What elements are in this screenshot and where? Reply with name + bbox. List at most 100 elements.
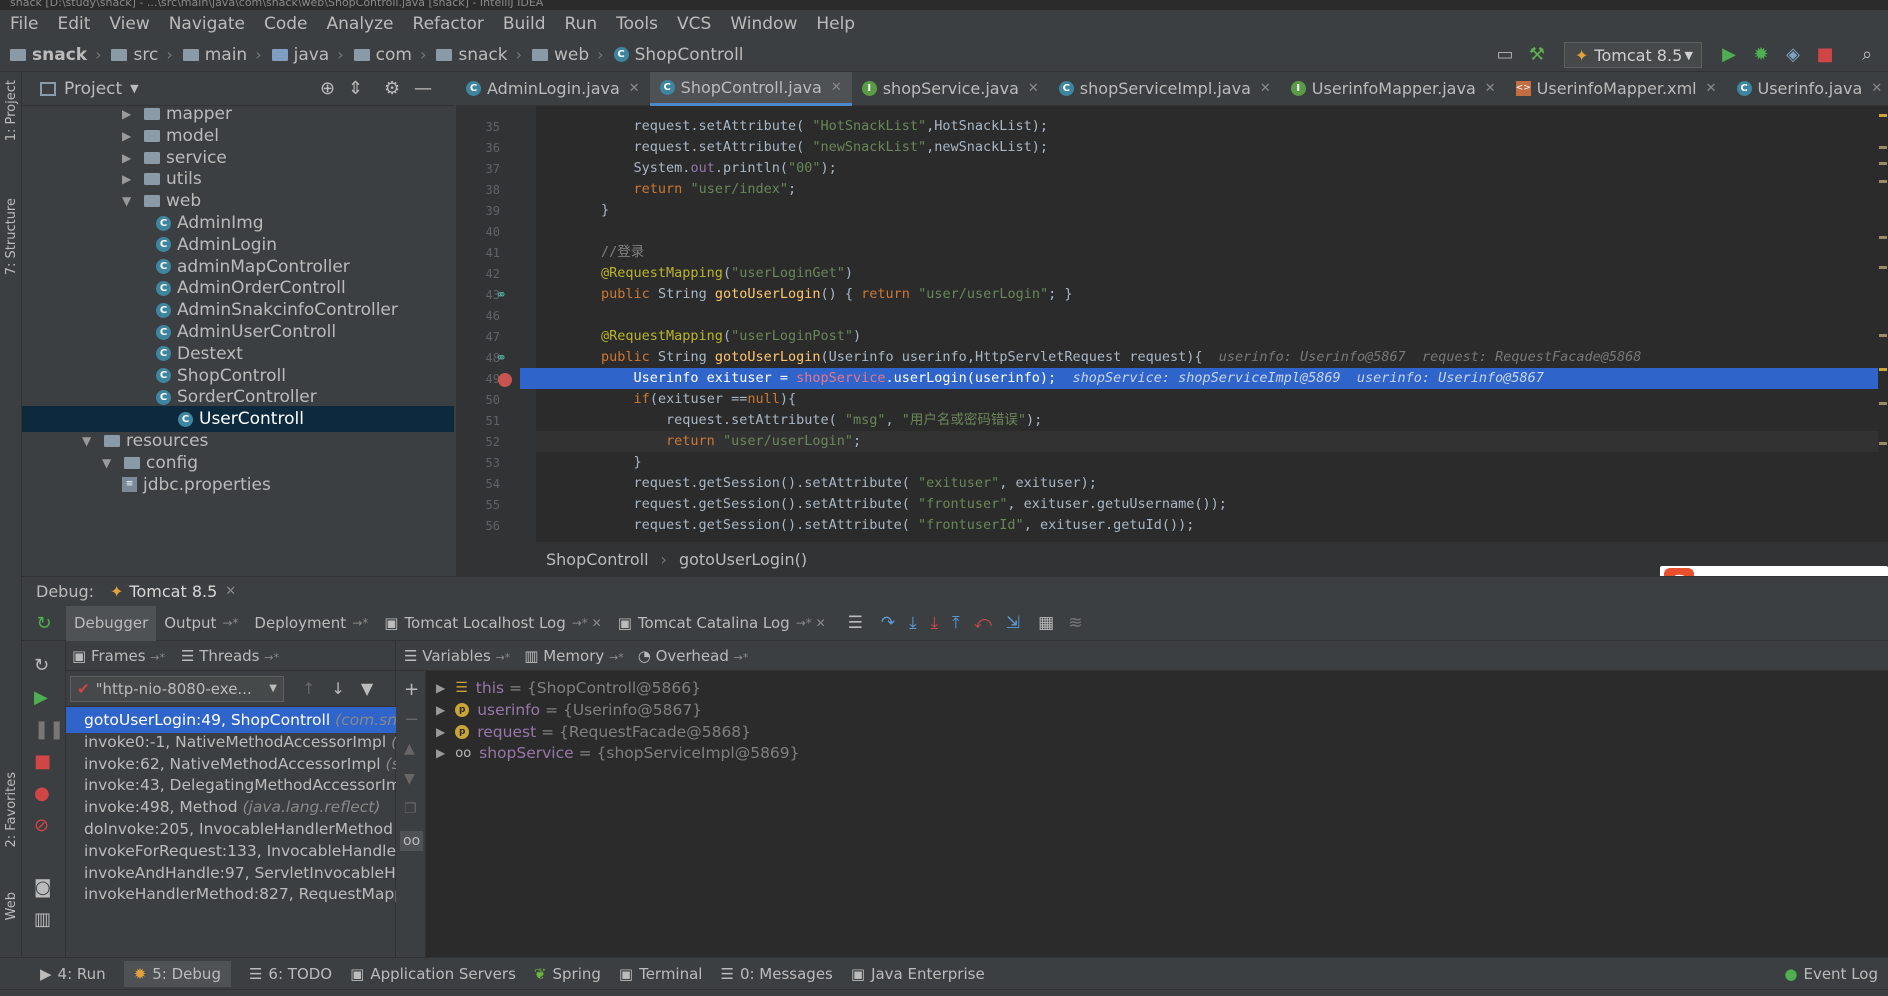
breadcrumb-java[interactable]: java › [271, 45, 344, 65]
editor-tab-shopserviceimpl-java[interactable]: CshopServiceImpl.java ✕ [1049, 72, 1281, 106]
pause-icon[interactable]: ❚❚ [34, 719, 64, 740]
editor-tab-userinfomapper-xml[interactable]: <> UserinfoMapper.xml ✕ [1506, 72, 1727, 106]
close-icon[interactable]: ✕ [1485, 81, 1496, 96]
tool-java-enterprise[interactable]: ▣ Java Enterprise [851, 965, 985, 983]
tool-window-structure[interactable]: 7: Structure [4, 198, 19, 275]
close-icon[interactable]: ✕ [629, 81, 640, 96]
editor-tab-shopservice-java[interactable]: IshopService.java ✕ [852, 72, 1049, 106]
close-icon[interactable]: ✕ [1260, 81, 1271, 96]
crumb-class[interactable]: ShopControll [546, 550, 649, 569]
tool-event-log[interactable]: ● Event Log [1784, 965, 1878, 983]
tree-node-jdbc-properties[interactable]: ≡ jdbc.properties [122, 472, 271, 498]
camera-icon[interactable]: ◙ [34, 877, 51, 898]
search-icon[interactable]: ⌕ [1856, 44, 1878, 66]
stripe-marker[interactable] [1879, 146, 1887, 149]
locate-target-icon[interactable]: ⊕ [320, 78, 335, 99]
trace-stream-icon[interactable]: ≋ [1068, 613, 1082, 633]
close-icon[interactable]: ✕ [831, 80, 842, 95]
rerun-icon[interactable]: ↻ [22, 613, 66, 634]
editor-error-stripe[interactable] [1878, 106, 1888, 542]
down-arrow-icon[interactable]: ↓ [331, 679, 344, 698]
coverage-icon[interactable]: ◈ [1782, 44, 1804, 66]
stripe-marker[interactable] [1879, 236, 1887, 239]
filter-icon[interactable]: ▼ [361, 679, 373, 698]
expand-right-icon[interactable]: ▶ [436, 746, 445, 760]
tab-deployment[interactable]: Deployment →* [246, 606, 376, 641]
run-icon[interactable]: ▶ [1718, 44, 1740, 66]
stop-icon[interactable]: ■ [34, 751, 51, 772]
force-step-into-icon[interactable]: ⤓ [931, 613, 939, 633]
tool-window-web[interactable]: Web [4, 892, 19, 920]
tool-debug[interactable]: ✹ 5: Debug [123, 960, 231, 987]
expand-right-icon[interactable]: ▶ [436, 681, 445, 695]
spring-mapping-icon[interactable]: ⚭ [496, 351, 507, 366]
breadcrumb-main[interactable]: main › [182, 45, 262, 65]
tool-window-favorites[interactable]: 2: Favorites [4, 772, 19, 848]
step-out-icon[interactable]: ⤒ [952, 613, 960, 633]
step-over-icon[interactable]: ↷ [881, 613, 895, 633]
tab-overhead[interactable]: ◔ Overhead →* [638, 647, 749, 665]
run-configuration-select[interactable]: ✦ Tomcat 8.5 ▼ [1564, 42, 1702, 68]
editor-tab-adminlogin-java[interactable]: C AdminLogin.java ✕ [456, 72, 650, 106]
project-panel-title[interactable]: Project [64, 79, 122, 99]
gear-icon[interactable]: ⚙ [384, 78, 400, 99]
expand-down-icon[interactable]: ▼ [102, 456, 116, 470]
expand-right-icon[interactable]: ▶ [436, 703, 445, 717]
menu-navigate[interactable]: Navigate [169, 14, 245, 34]
stripe-marker[interactable] [1879, 442, 1887, 445]
code-editor[interactable]: request.setAttribute( "HotSnackList",Hot… [536, 106, 1880, 542]
editor-tab-userinfo-java[interactable]: C Userinfo.java ✕ [1727, 72, 1888, 106]
restart-icon[interactable]: ↻ [34, 655, 49, 676]
tab-frames[interactable]: ▣ Frames →* [72, 647, 165, 665]
tab-memory[interactable]: ▥ Memory →* [524, 647, 623, 665]
tool-messages[interactable]: ☰ 0: Messages [720, 965, 832, 983]
menu-file[interactable]: File [10, 14, 38, 34]
collapse-all-icon[interactable]: ⇕ [348, 78, 363, 99]
resume-icon[interactable]: ▶ [34, 687, 48, 708]
evaluate-expression-icon[interactable]: ▦ [1038, 613, 1054, 633]
stop-icon[interactable]: ■ [1814, 44, 1836, 66]
up-arrow-icon[interactable]: ↑ [302, 679, 315, 698]
thread-select[interactable]: ✔ "http-nio-8080-exe... ▼ [70, 675, 284, 702]
stripe-marker[interactable] [1879, 266, 1887, 269]
layout-icon[interactable]: ▭ [1494, 44, 1516, 66]
menu-help[interactable]: Help [816, 14, 855, 34]
tool-terminal[interactable]: ▣ Terminal [619, 965, 703, 983]
breadcrumb-shopcontroll[interactable]: C ShopControll [613, 45, 744, 65]
menu-code[interactable]: Code [264, 14, 308, 34]
expand-right-icon[interactable]: ▶ [122, 107, 136, 121]
mute-breakpoints-icon[interactable]: ⊘ [34, 815, 49, 836]
build-hammer-icon[interactable]: ⚒ [1526, 44, 1548, 66]
expand-down-icon[interactable]: ▼ [82, 434, 96, 448]
stripe-marker[interactable] [1879, 368, 1887, 371]
expand-right-icon[interactable]: ▶ [122, 151, 136, 165]
tool-spring[interactable]: ❦ Spring [534, 965, 601, 983]
editor-tab-userinfomapper-java[interactable]: I UserinfoMapper.java ✕ [1281, 72, 1506, 106]
tab-variables[interactable]: ☰ Variables →* [404, 647, 510, 665]
tab-debugger[interactable]: Debugger [66, 605, 157, 641]
debug-session-tab[interactable]: Tomcat 8.5 [129, 582, 217, 601]
expand-right-icon[interactable]: ▶ [122, 129, 136, 143]
stripe-marker[interactable] [1879, 162, 1887, 165]
layout-icon[interactable]: ▥ [34, 909, 51, 930]
chevron-down-icon[interactable]: ▼ [130, 82, 138, 95]
variable-row[interactable]: ▶ oo shopService = {shopServiceImpl@5869} [436, 740, 800, 766]
menu-view[interactable]: View [109, 14, 149, 34]
breadcrumb-snack[interactable]: snack › [10, 45, 101, 65]
hide-panel-icon[interactable]: — [414, 78, 432, 99]
editor-tab-shopcontroll-java[interactable]: C ShopControll.java ✕ [649, 71, 852, 106]
expand-right-icon[interactable]: ▶ [436, 725, 445, 739]
tool-run[interactable]: ▶ 4: Run [40, 965, 106, 983]
close-icon[interactable]: ✕ [225, 584, 236, 599]
view-breakpoints-icon[interactable]: ● [34, 783, 50, 804]
breadcrumb-snack-pkg[interactable]: snack › [436, 45, 522, 65]
menu-window[interactable]: Window [730, 14, 797, 34]
menu-run[interactable]: Run [565, 14, 598, 34]
tab-tomcat-localhost-log[interactable]: ▣ Tomcat Localhost Log →* ✕ [376, 606, 609, 641]
stripe-marker[interactable] [1879, 334, 1887, 337]
tab-threads[interactable]: ☰ Threads →* [181, 647, 279, 665]
debug-bug-icon[interactable]: ✹ [1750, 44, 1772, 66]
stripe-marker[interactable] [1879, 180, 1887, 183]
tab-tomcat-catalina-log[interactable]: ▣ Tomcat Catalina Log →* ✕ [610, 606, 834, 641]
breakpoint-icon[interactable] [498, 373, 512, 387]
